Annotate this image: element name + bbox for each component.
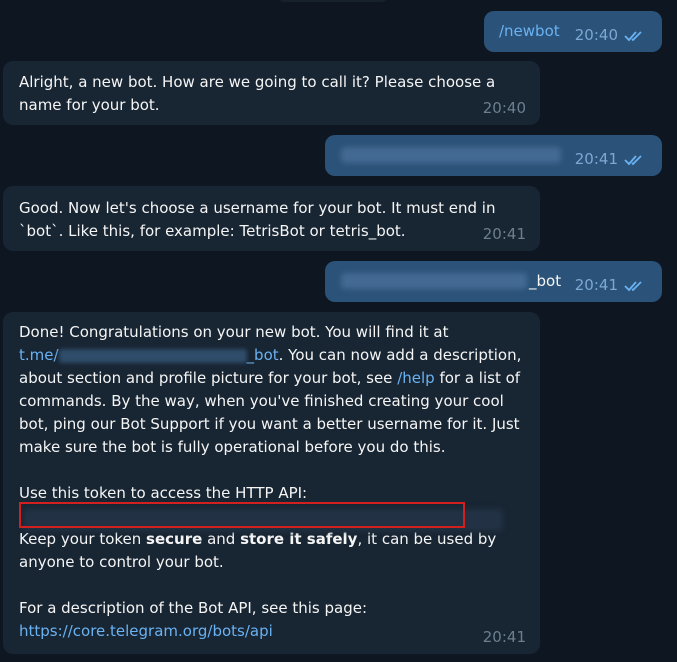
message-line: make sure the bot is fully operational b… (19, 438, 446, 456)
message-line: name for your bot. (19, 96, 160, 114)
bot-link[interactable]: t.me/_bot (19, 346, 279, 364)
incoming-message[interactable]: Good. Now let's choose a username for yo… (3, 186, 540, 251)
api-docs-link[interactable]: https://core.telegram.org/bots/api (19, 622, 273, 640)
message-time: 20:41 (482, 225, 526, 243)
help-link[interactable]: /help (397, 369, 434, 387)
outgoing-message[interactable]: _bot 20:41 (325, 261, 662, 302)
double-check-icon (624, 280, 642, 291)
message-line: about section and profile picture for yo… (19, 369, 521, 387)
token-highlight-box (19, 502, 465, 528)
message-meta: 20:41 (483, 626, 526, 649)
outgoing-message[interactable]: 20:41 (325, 135, 662, 176)
username-suffix: _bot (529, 272, 562, 290)
message-time: 20:41 (574, 276, 618, 294)
message-line: t.me/_bot. You can now add a description… (19, 346, 522, 364)
message-line: anyone to control your bot. (19, 553, 224, 571)
date-pill (278, 0, 388, 2)
message-time: 20:40 (574, 26, 618, 44)
double-check-icon (624, 30, 642, 41)
message-time: 20:41 (482, 628, 526, 646)
message-line: Good. Now let's choose a username for yo… (19, 199, 496, 217)
redacted-text (341, 147, 561, 163)
redacted-text (341, 273, 527, 289)
message-line: https://core.telegram.org/bots/api (19, 620, 524, 643)
message-text: /newbot (499, 22, 560, 40)
message-line: Keep your token secure and store it safe… (19, 530, 497, 548)
outgoing-message[interactable]: /newbot 20:40 (484, 11, 662, 52)
message-meta: 20:41 (483, 223, 526, 246)
message-line: Alright, a new bot. How are we going to … (19, 73, 496, 91)
message-meta: 20:40 (483, 97, 526, 120)
message-meta: 20:41 (575, 274, 648, 297)
message-time: 20:40 (482, 99, 526, 117)
incoming-message[interactable]: Done! Congratulations on your new bot. Y… (3, 312, 540, 654)
message-line: bot, ping our Bot Support if you want a … (19, 415, 520, 433)
message-line: `bot`. Like this, for example: TetrisBot… (19, 222, 406, 240)
redacted-link (58, 348, 247, 363)
message-line: commands. By the way, when you've finish… (19, 392, 504, 410)
message-time: 20:41 (574, 150, 618, 168)
incoming-message[interactable]: Alright, a new bot. How are we going to … (3, 61, 540, 125)
message-meta: 20:41 (575, 148, 648, 171)
message-line: Done! Congratulations on your new bot. Y… (19, 323, 449, 341)
message-meta: 20:40 (575, 24, 648, 47)
double-check-icon (624, 154, 642, 165)
message-line: For a description of the Bot API, see th… (19, 599, 368, 617)
